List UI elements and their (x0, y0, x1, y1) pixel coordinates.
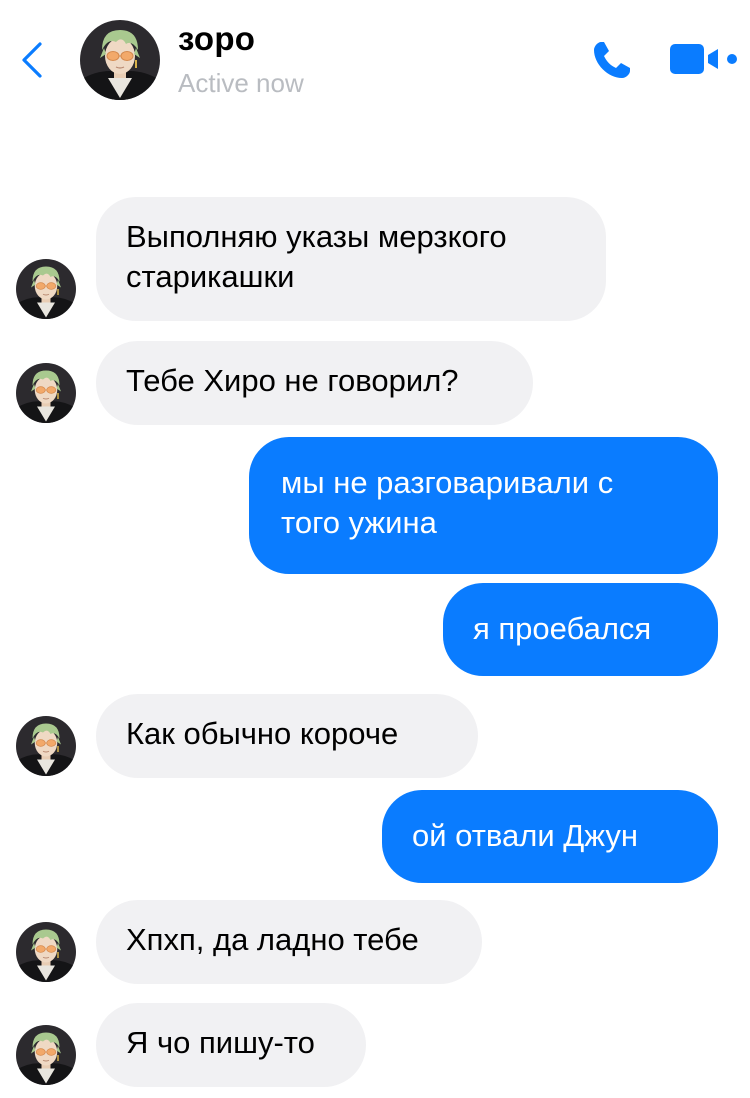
avatar-image (16, 1025, 76, 1085)
avatar-image (80, 20, 160, 100)
sender-avatar[interactable] (16, 1025, 76, 1085)
incoming-message-bubble[interactable]: Выполняю указы мерзкого старикашки (96, 197, 606, 321)
message-text: я проебался (473, 611, 652, 646)
contact-name[interactable]: зоро (178, 20, 255, 58)
message-row: ой отвали Джун (0, 790, 750, 883)
incoming-message-bubble[interactable]: Я чо пишу-то (96, 1003, 366, 1087)
message-row: я проебался (0, 583, 750, 676)
message-row: Как обычно короче (0, 694, 750, 778)
chevron-left-icon (22, 42, 42, 78)
back-button[interactable] (14, 38, 50, 82)
message-text: Тебе Хиро не говорил? (126, 363, 459, 398)
contact-status: Active now (178, 68, 304, 98)
phone-icon (594, 42, 630, 78)
message-row: Выполняю указы мерзкого старикашки (0, 197, 750, 321)
outgoing-message-bubble[interactable]: ой отвали Джун (382, 790, 718, 883)
message-text: Как обычно короче (126, 716, 399, 751)
avatar-image (16, 922, 76, 982)
sender-avatar[interactable] (16, 363, 76, 423)
message-text: Я чо пишу-то (126, 1025, 315, 1060)
sender-avatar[interactable] (16, 716, 76, 776)
incoming-message-bubble[interactable]: Тебе Хиро не говорил? (96, 341, 533, 425)
video-camera-icon (670, 44, 737, 74)
incoming-message-bubble[interactable]: Хпхп, да ладно тебе (96, 900, 482, 984)
avatar-image (16, 363, 76, 423)
outgoing-message-bubble[interactable]: мы не разговаривали с того ужина (249, 437, 718, 574)
message-row: мы не разговаривали с того ужина (0, 437, 750, 574)
avatar-image (16, 259, 76, 319)
message-text: Хпхп, да ладно тебе (126, 922, 419, 957)
message-text: ой отвали Джун (412, 818, 639, 853)
message-text: мы не разговаривали с того ужина (281, 465, 614, 540)
video-call-button[interactable] (668, 40, 740, 80)
message-text: Выполняю указы мерзкого старикашки (126, 219, 507, 294)
audio-call-button[interactable] (588, 36, 636, 84)
contact-avatar[interactable] (80, 20, 160, 100)
chat-header: зоро Active now (0, 0, 750, 130)
avatar-image (16, 716, 76, 776)
message-row: Я чо пишу-то (0, 1003, 750, 1087)
incoming-message-bubble[interactable]: Как обычно короче (96, 694, 478, 778)
message-row: Хпхп, да ладно тебе (0, 900, 750, 984)
outgoing-message-bubble[interactable]: я проебался (443, 583, 718, 676)
message-row: Тебе Хиро не говорил? (0, 341, 750, 425)
sender-avatar[interactable] (16, 922, 76, 982)
sender-avatar[interactable] (16, 259, 76, 319)
